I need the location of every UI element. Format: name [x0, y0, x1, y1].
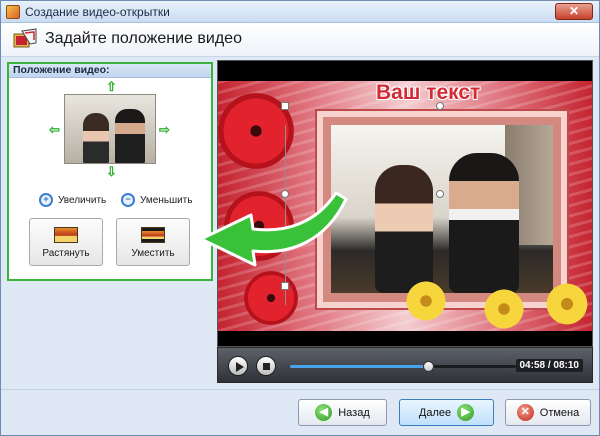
- fit-label: Уместить: [131, 248, 175, 259]
- seek-knob[interactable]: [422, 361, 434, 372]
- selection-guide: [285, 125, 286, 305]
- video-frame[interactable]: [331, 125, 553, 293]
- stretch-icon: [54, 227, 78, 243]
- yellow-flower-decoration: [544, 281, 590, 327]
- cancel-button[interactable]: ✕ Отмена: [505, 399, 591, 426]
- move-left-arrow-icon[interactable]: ⇦: [49, 122, 60, 138]
- fit-icon: [141, 227, 165, 243]
- card-background: [218, 81, 592, 331]
- play-button[interactable]: [228, 356, 248, 376]
- person-right: [449, 153, 519, 293]
- zoom-in-label: Увеличить: [58, 194, 107, 206]
- resize-handle[interactable]: [436, 190, 444, 198]
- page-title: Задайте положение видео: [45, 30, 242, 47]
- seek-bar[interactable]: [290, 361, 516, 372]
- app-window: Создание видео-открытки ✕ Задайте положе…: [0, 0, 600, 436]
- move-down-arrow-icon[interactable]: ⇩: [106, 164, 117, 180]
- zoom-in-icon: +: [39, 193, 53, 207]
- window-title: Создание видео-открытки: [25, 5, 170, 19]
- seek-progress: [290, 365, 428, 368]
- red-flower-decoration: [224, 191, 294, 261]
- dialog-footer: ◀ Назад Далее ▶ ✕ Отмена: [1, 389, 599, 435]
- cancel-label: Отмена: [539, 406, 580, 419]
- person-left: [375, 165, 433, 293]
- move-right-arrow-icon[interactable]: ⇨: [159, 122, 170, 138]
- zoom-in-button[interactable]: + Увеличить: [39, 192, 106, 208]
- thumbnail-person-right: [115, 109, 145, 163]
- photo-frame: [317, 111, 567, 308]
- fit-button[interactable]: Уместить: [116, 218, 190, 266]
- title-bar: Создание видео-открытки ✕: [1, 1, 599, 23]
- move-up-arrow-icon[interactable]: ⇧: [106, 79, 117, 95]
- red-flower-decoration: [244, 271, 298, 325]
- step-header: Задайте положение видео: [1, 23, 599, 57]
- next-button[interactable]: Далее ▶: [399, 399, 494, 426]
- card-caption-text[interactable]: Ваш текст: [376, 81, 480, 105]
- video-position-panel: Положение видео: ⇧ ⇦ ⇨ ⇩ + Увеличить − У…: [7, 62, 213, 281]
- time-readout: 04:58 / 08:10: [515, 359, 583, 372]
- app-icon: [6, 5, 20, 19]
- yellow-flower-decoration: [404, 279, 448, 323]
- panel-title: Положение видео:: [9, 64, 211, 78]
- stretch-label: Растянуть: [42, 248, 90, 259]
- back-label: Назад: [338, 406, 370, 419]
- zoom-out-icon: −: [121, 193, 135, 207]
- close-button[interactable]: ✕: [555, 3, 593, 20]
- resize-handle[interactable]: [281, 190, 289, 198]
- yellow-flower-decoration: [482, 287, 526, 331]
- video-thumbnail[interactable]: [64, 94, 156, 164]
- zoom-out-label: Уменьшить: [140, 194, 193, 206]
- back-button[interactable]: ◀ Назад: [298, 399, 387, 426]
- video-card-icon: [13, 28, 37, 48]
- next-arrow-icon: ▶: [457, 404, 475, 421]
- cancel-x-icon: ✕: [516, 404, 534, 421]
- stop-button[interactable]: [256, 356, 276, 376]
- player-controls: 04:58 / 08:10: [217, 347, 593, 383]
- resize-handle[interactable]: [281, 102, 289, 110]
- stretch-button[interactable]: Растянуть: [29, 218, 103, 266]
- zoom-out-button[interactable]: − Уменьшить: [121, 192, 192, 208]
- thumbnail-person-left: [83, 113, 109, 163]
- preview-area[interactable]: Ваш текст: [217, 60, 593, 347]
- back-arrow-icon: ◀: [315, 404, 333, 421]
- next-label: Далее: [418, 406, 452, 419]
- resize-handle[interactable]: [281, 282, 289, 290]
